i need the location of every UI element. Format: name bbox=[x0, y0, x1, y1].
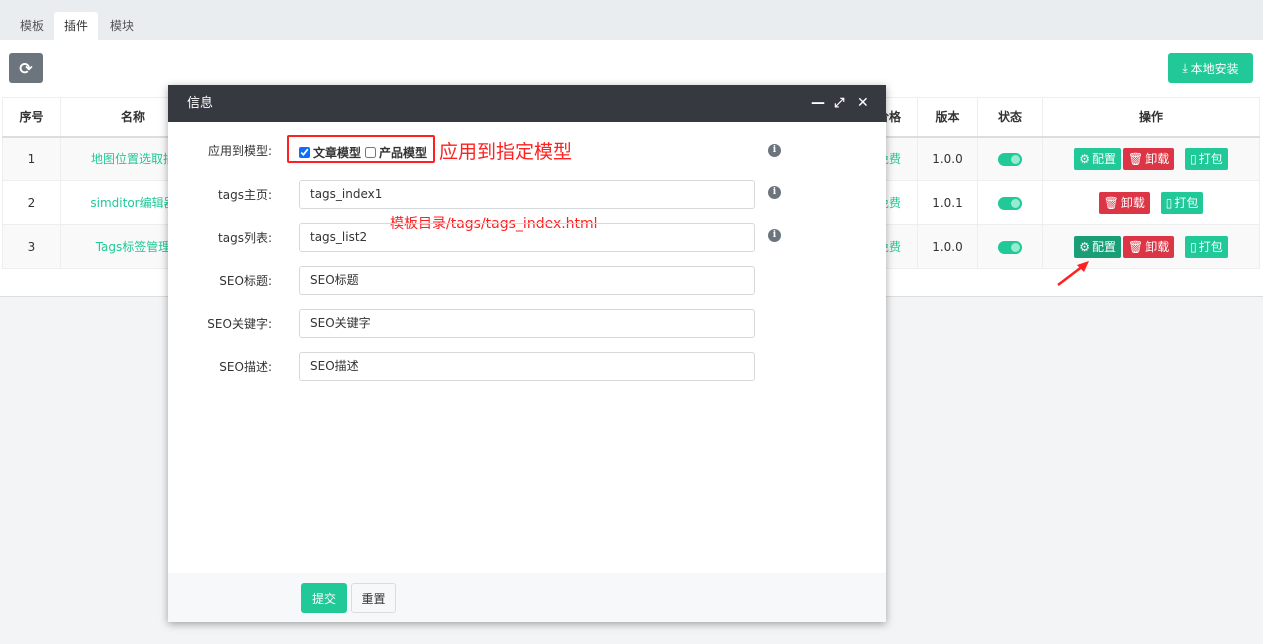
submit-button[interactable]: 提交 bbox=[301, 583, 347, 613]
header-version: 版本 bbox=[917, 97, 978, 138]
dialog-header: 信息 — ⤢ ✕ bbox=[168, 85, 886, 122]
tab-modules[interactable]: 模块 bbox=[100, 12, 144, 40]
version: 1.0.1 bbox=[917, 180, 978, 225]
minimize-icon[interactable]: — bbox=[811, 85, 825, 122]
seo-keywords-field: SEO关键字: SEO关键字 bbox=[168, 309, 886, 339]
actions-cell: ⚙ 配置 🗑 卸载 ▯ 打包 bbox=[1042, 136, 1260, 181]
info-icon[interactable]: i bbox=[768, 186, 781, 199]
package-label: 打包 bbox=[1198, 240, 1223, 254]
package-label: 打包 bbox=[1174, 196, 1199, 210]
uninstall-button[interactable]: 🗑 卸载 bbox=[1098, 191, 1150, 214]
trash-icon: 🗑 bbox=[1128, 239, 1144, 254]
trash-icon: 🗑 bbox=[1128, 151, 1144, 166]
gears-icon: ⚙ bbox=[1079, 239, 1091, 254]
file-zip-icon: ▯ bbox=[1190, 239, 1197, 254]
uninstall-button[interactable]: 🗑 卸载 bbox=[1123, 235, 1175, 258]
seo-title-field: SEO标题: SEO标题 bbox=[168, 266, 886, 296]
row-index: 3 bbox=[2, 224, 61, 269]
model-label: 应用到模型: bbox=[207, 144, 272, 158]
info-icon[interactable]: i bbox=[768, 229, 781, 242]
seo-title-input[interactable]: SEO标题 bbox=[299, 266, 755, 295]
header-actions: 操作 bbox=[1042, 97, 1260, 138]
config-button[interactable]: ⚙ 配置 bbox=[1074, 147, 1122, 170]
product-model-checkbox[interactable]: 产品模型 bbox=[365, 144, 427, 161]
file-zip-icon: ▯ bbox=[1165, 195, 1173, 210]
tags-list-field: tags列表: tags_list2 i bbox=[168, 223, 886, 253]
header-index: 序号 bbox=[2, 97, 61, 138]
download-icon: ⤓ bbox=[1182, 60, 1188, 75]
row-index: 2 bbox=[2, 180, 61, 225]
article-model-check[interactable] bbox=[299, 147, 310, 158]
tags-list-label: tags列表: bbox=[218, 231, 272, 245]
seo-desc-field: SEO描述: SEO描述 bbox=[168, 352, 886, 382]
package-button[interactable]: ▯ 打包 bbox=[1160, 191, 1204, 214]
article-model-label: 文章模型 bbox=[313, 146, 362, 160]
package-button[interactable]: ▯ 打包 bbox=[1185, 147, 1228, 170]
status-toggle[interactable] bbox=[998, 196, 1022, 210]
seo-desc-label: SEO描述: bbox=[219, 360, 272, 374]
package-label: 打包 bbox=[1198, 152, 1223, 167]
annotation-arrow bbox=[1057, 261, 1089, 286]
tab-templates[interactable]: 模板 bbox=[10, 12, 54, 40]
status-toggle[interactable] bbox=[998, 152, 1022, 166]
trash-icon: 🗑 bbox=[1103, 195, 1119, 210]
reset-button[interactable]: 重置 bbox=[351, 583, 396, 613]
local-install-label: 本地安装 bbox=[1190, 61, 1239, 76]
tags-index-label: tags主页: bbox=[218, 188, 272, 202]
annotation-model-note: 应用到指定模型 bbox=[439, 141, 573, 163]
actions-cell: 🗑 卸载 ▯ 打包 bbox=[1042, 180, 1260, 225]
tags-index-field: tags主页: tags_index1 i bbox=[168, 180, 886, 210]
gears-icon: ⚙ bbox=[1079, 151, 1091, 166]
tags-index-input[interactable]: tags_index1 bbox=[299, 180, 755, 209]
uninstall-button[interactable]: 🗑 卸载 bbox=[1123, 147, 1175, 170]
seo-keywords-input[interactable]: SEO关键字 bbox=[299, 309, 755, 338]
dialog-title: 信息 bbox=[187, 96, 214, 111]
info-icon[interactable]: i bbox=[768, 144, 781, 157]
tab-plugins[interactable]: 插件 bbox=[54, 12, 99, 40]
config-label: 配置 bbox=[1092, 152, 1117, 167]
seo-desc-input[interactable]: SEO描述 bbox=[299, 352, 755, 381]
info-dialog: 信息 — ⤢ ✕ 应用到模型: 文章模型 产品模型 应用到指定模型 i tags… bbox=[168, 85, 886, 622]
version: 1.0.0 bbox=[917, 224, 978, 269]
config-button[interactable]: ⚙ 配置 bbox=[1074, 235, 1122, 258]
tags-list-input[interactable]: tags_list2 bbox=[299, 223, 755, 252]
uninstall-label: 卸载 bbox=[1145, 240, 1170, 254]
version: 1.0.0 bbox=[917, 136, 978, 181]
refresh-button[interactable]: ⟳ bbox=[9, 53, 43, 83]
uninstall-label: 卸载 bbox=[1120, 196, 1145, 210]
header-status: 状态 bbox=[977, 97, 1043, 138]
row-index: 1 bbox=[2, 136, 61, 181]
file-zip-icon: ▯ bbox=[1190, 151, 1197, 166]
seo-keywords-label: SEO关键字: bbox=[207, 317, 272, 331]
article-model-checkbox[interactable]: 文章模型 bbox=[299, 144, 361, 161]
package-button[interactable]: ▯ 打包 bbox=[1185, 235, 1228, 258]
close-icon[interactable]: ✕ bbox=[857, 85, 869, 122]
dialog-footer: 提交 重置 bbox=[168, 573, 886, 622]
refresh-icon: ⟳ bbox=[19, 58, 33, 78]
local-install-button[interactable]: ⤓ 本地安装 bbox=[1168, 53, 1253, 83]
product-model-check[interactable] bbox=[365, 147, 376, 158]
tab-bar: 模板 插件 模块 bbox=[0, 0, 1263, 40]
status-toggle[interactable] bbox=[998, 240, 1022, 254]
product-model-label: 产品模型 bbox=[379, 146, 428, 160]
uninstall-label: 卸载 bbox=[1145, 152, 1170, 167]
model-field: 应用到模型: 文章模型 产品模型 应用到指定模型 i bbox=[168, 135, 886, 166]
maximize-icon[interactable]: ⤢ bbox=[834, 85, 844, 122]
config-label: 配置 bbox=[1092, 240, 1117, 254]
seo-title-label: SEO标题: bbox=[219, 274, 272, 288]
